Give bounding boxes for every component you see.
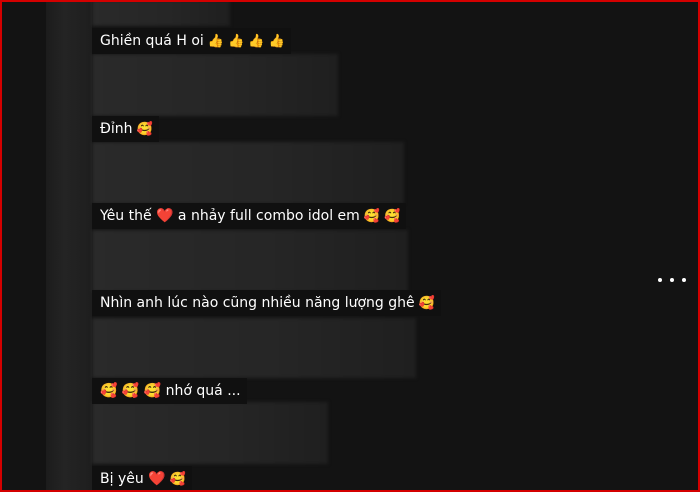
smiling-hearts-icon: 🥰 xyxy=(136,121,153,137)
blurred-username xyxy=(92,0,230,26)
smiling-hearts-icon: 🥰 xyxy=(169,471,186,487)
comment-row: Đỉnh 🥰 xyxy=(92,116,159,142)
more-options-icon[interactable] xyxy=(658,270,686,290)
comment-row: Nhìn anh lúc nào cũng nhiều năng lượng g… xyxy=(92,290,441,316)
blurred-username xyxy=(92,54,338,116)
smiling-hearts-icon: 🥰 🥰 xyxy=(363,208,401,224)
blurred-avatar-column xyxy=(46,0,92,492)
smiling-hearts-icon: 🥰 xyxy=(418,295,435,311)
comment-row: Ghiền quá H oi 👍 👍 👍 👍 xyxy=(92,28,291,54)
comment-text: Nhìn anh lúc nào cũng nhiều năng lượng g… xyxy=(100,295,415,311)
more-dot xyxy=(670,278,674,282)
comment-text: Bị yêu ❤️ xyxy=(100,471,166,487)
blurred-username xyxy=(92,142,404,204)
comment-row: Bị yêu ❤️ 🥰 xyxy=(92,466,192,492)
thumbs-up-icon: 👍 👍 👍 👍 xyxy=(207,33,285,49)
blurred-username xyxy=(92,318,416,378)
comment-text: Ghiền quá H oi xyxy=(100,33,204,49)
more-dot xyxy=(682,278,686,282)
comment-text: Yêu thế ❤️ a nhảy full combo idol em xyxy=(100,208,360,224)
comment-text: 🥰 🥰 🥰 nhớ quá ... xyxy=(100,383,241,399)
comment-row: 🥰 🥰 🥰 nhớ quá ... xyxy=(92,378,247,404)
blurred-username xyxy=(92,230,408,292)
blurred-username xyxy=(92,402,328,464)
comment-row: Yêu thế ❤️ a nhảy full combo idol em 🥰 🥰 xyxy=(92,203,407,229)
comment-text: Đỉnh xyxy=(100,121,133,137)
more-dot xyxy=(658,278,662,282)
